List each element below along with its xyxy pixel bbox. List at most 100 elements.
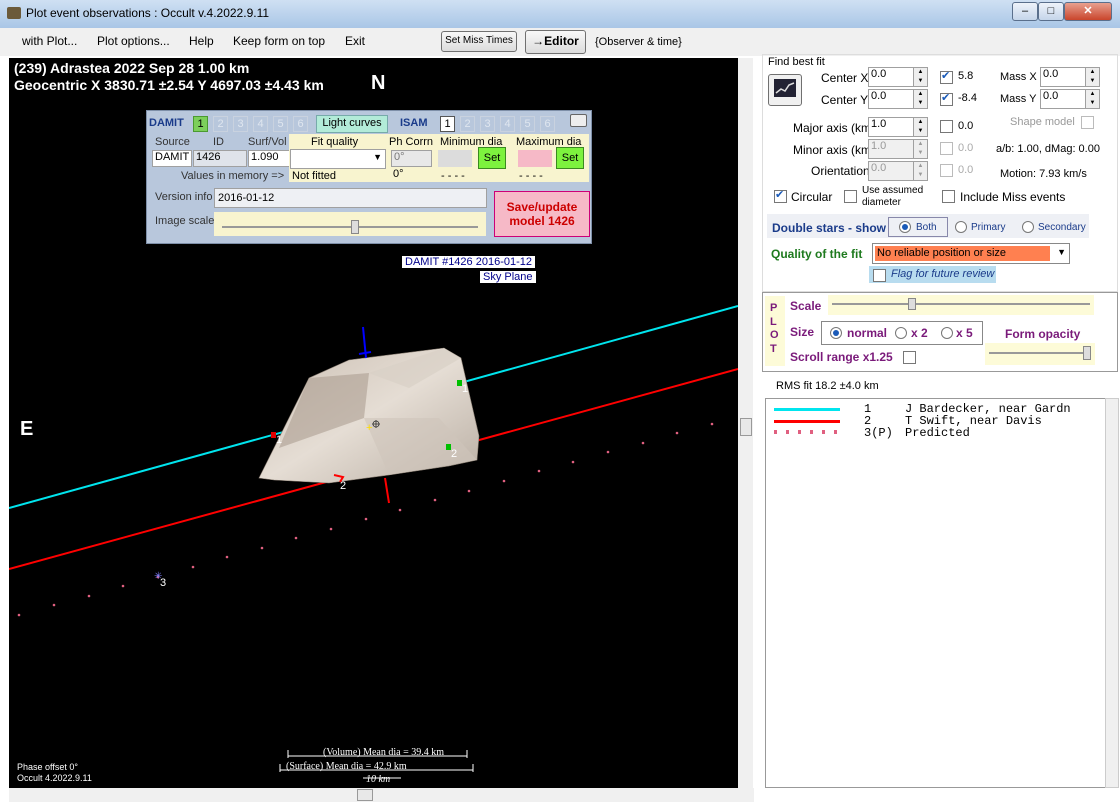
secondary-radio[interactable] (1022, 221, 1034, 233)
isam-tab[interactable]: 3 (480, 116, 495, 132)
menu-keep-on-top[interactable]: Keep form on top (233, 34, 325, 48)
find-best-fit-button[interactable] (768, 74, 802, 106)
mass-y-input[interactable]: 0.0 ▲ ▼ (1040, 89, 1100, 109)
isam-tab[interactable]: 2 (460, 116, 475, 132)
scale-slider[interactable] (828, 295, 1094, 315)
id-field: 1426 (193, 150, 247, 167)
damit-tab[interactable]: 5 (273, 116, 288, 132)
use-assumed-diameter-label: Use assumed diameter (862, 185, 924, 208)
fix-major-checkbox[interactable] (940, 120, 953, 133)
menu-exit[interactable]: Exit (345, 34, 365, 48)
minimize-button[interactable]: – (1012, 2, 1038, 21)
source-label: Source (155, 136, 190, 148)
fit-quality-select[interactable]: ▼ (290, 149, 386, 169)
shape-model-checkbox[interactable] (1081, 116, 1094, 129)
minor-axis-input[interactable]: 1.0 ▲ ▼ (868, 139, 928, 159)
fix-center-x-checkbox[interactable]: ✔ (940, 70, 953, 84)
set-miss-times-button[interactable]: Set Miss Times (441, 31, 517, 52)
damit-tab[interactable]: 3 (233, 116, 248, 132)
size-x5-radio[interactable] (941, 327, 953, 339)
close-button[interactable]: ✕ (1064, 2, 1112, 21)
include-miss-checkbox[interactable] (942, 190, 955, 203)
panel-toggle-button[interactable] (570, 114, 587, 127)
major-axis-label: Major axis (km) (793, 121, 876, 135)
chord-label: 1 (276, 434, 283, 446)
image-scale-slider[interactable] (214, 212, 486, 236)
vscroll-thumb[interactable] (740, 418, 752, 436)
values-in-memory-label: Values in memory => (181, 170, 285, 182)
fix-center-y-checkbox[interactable]: ✔ (940, 92, 953, 106)
center-y-input[interactable]: 0.0 ▲ ▼ (868, 89, 928, 109)
center-x-input[interactable]: 0.0 ▲ ▼ (868, 67, 928, 87)
damit-tab[interactable]: 2 (213, 116, 228, 132)
circular-checkbox[interactable]: ✔ (774, 189, 787, 203)
secondary-label: Secondary (1038, 222, 1086, 233)
both-radio[interactable] (899, 221, 911, 233)
menu-help[interactable]: Help (189, 34, 214, 48)
center-y-label: Center Y (821, 93, 869, 107)
scroll-range-label: Scroll range x1.25 (790, 350, 893, 364)
max-dia-memory: - - - - (519, 170, 543, 182)
find-best-fit-label: Find best fit (768, 56, 825, 68)
isam-tab[interactable]: 5 (520, 116, 535, 132)
menu-plot-options[interactable]: Plot options... (97, 34, 170, 48)
minor-fit-value: 0.0 (958, 142, 974, 154)
ph-corr-field[interactable]: 0° (391, 150, 432, 167)
isam-tab[interactable]: 1 (440, 116, 455, 132)
include-miss-label: Include Miss events (960, 190, 1066, 204)
scale-thumb[interactable] (908, 298, 916, 310)
fix-minor-checkbox[interactable] (940, 142, 953, 155)
plot-horizontal-scrollbar[interactable] (9, 788, 754, 802)
damit-tab[interactable]: 4 (253, 116, 268, 132)
rms-fit-label: RMS fit 18.2 ±4.0 km (776, 380, 879, 392)
version-info-label: Version info (155, 191, 213, 203)
fit-graph-icon (774, 79, 796, 97)
size-normal-label: normal (847, 326, 888, 340)
image-scale-thumb[interactable] (351, 220, 359, 234)
scroll-range-checkbox[interactable] (903, 351, 916, 364)
form-opacity-thumb[interactable] (1083, 346, 1091, 360)
center-x-label: Center X (821, 71, 869, 85)
orientation-input[interactable]: 0.0 ▲ ▼ (868, 161, 928, 181)
light-curves-button[interactable]: Light curves (316, 115, 388, 133)
hscroll-thumb[interactable] (357, 789, 373, 801)
plot-area[interactable]: + ✳ (239) Adrastea 2022 Sep 28 1.00 km G… (9, 58, 738, 788)
damit-tab[interactable]: 6 (293, 116, 308, 132)
size-x2-radio[interactable] (895, 327, 907, 339)
surface-dia-label: (Surface) Mean dia = 42.9 km (286, 761, 407, 772)
mass-x-input[interactable]: 0.0 ▲ ▼ (1040, 67, 1100, 87)
isam-title: ISAM (400, 117, 428, 129)
menu-with-plot[interactable]: with Plot... (22, 34, 77, 48)
form-opacity-slider[interactable] (985, 343, 1095, 365)
plot-vertical-scrollbar[interactable] (738, 58, 753, 788)
save-update-model-button[interactable]: Save/update model 1426 (494, 191, 590, 237)
use-assumed-diameter-checkbox[interactable] (844, 190, 857, 203)
flag-review-checkbox[interactable] (873, 269, 886, 282)
max-dia-field[interactable] (518, 150, 552, 167)
editor-button[interactable]: →Editor (525, 30, 586, 54)
isam-tab[interactable]: 4 (500, 116, 515, 132)
major-axis-input[interactable]: 1.0 ▲ ▼ (868, 117, 928, 137)
ph-corr-memory: 0° (393, 168, 404, 180)
primary-radio[interactable] (955, 221, 967, 233)
chord-label: 3 (160, 577, 167, 589)
chord-label: 1 (462, 383, 469, 395)
minor-axis-label: Minor axis (km) (793, 143, 876, 157)
isam-tab[interactable]: 6 (540, 116, 555, 132)
orientation-label: Orientation (811, 164, 870, 178)
id-label: ID (213, 136, 224, 148)
set-min-button[interactable]: Set (478, 147, 506, 169)
fix-orientation-checkbox[interactable] (940, 164, 953, 177)
quality-of-fit-select[interactable]: No reliable position or size ▼ (872, 243, 1070, 264)
set-max-button[interactable]: Set (556, 147, 584, 169)
legend-scrollbar[interactable] (1105, 398, 1119, 788)
version-info-field[interactable]: 2016-01-12 (214, 188, 487, 208)
min-dia-field[interactable] (438, 150, 472, 167)
size-x5-label: x 5 (956, 326, 973, 340)
quality-of-fit-value: No reliable position or size (875, 246, 1050, 261)
observers-legend-list[interactable] (765, 398, 1107, 788)
major-fit-value: 0.0 (958, 120, 974, 132)
damit-tab[interactable]: 1 (193, 116, 208, 132)
maximize-button[interactable]: □ (1038, 2, 1064, 21)
size-normal-radio[interactable] (830, 327, 842, 339)
